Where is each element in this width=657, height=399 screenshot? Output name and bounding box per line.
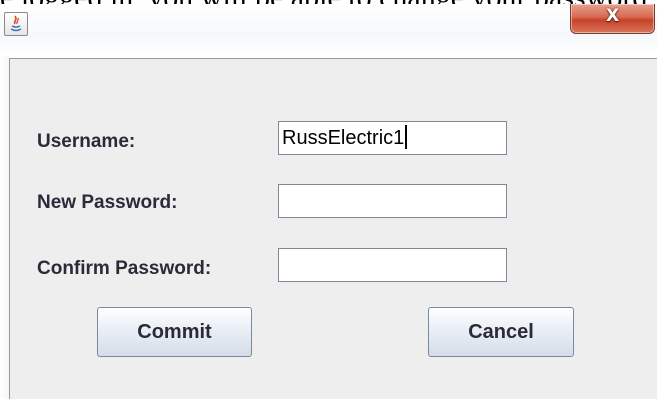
text-caret	[405, 125, 408, 149]
username-value: RussElectric1	[282, 127, 405, 149]
new-password-field[interactable]	[278, 184, 507, 218]
new-password-label: New Password:	[37, 192, 178, 213]
username-field[interactable]: RussElectric1	[278, 121, 507, 155]
close-icon: X	[605, 6, 620, 26]
dialog-content: Username: RussElectric1 New Password: Co…	[9, 58, 657, 399]
cancel-button[interactable]: Cancel	[428, 307, 574, 357]
screen: e logged in, you will be able to change …	[0, 0, 657, 399]
close-button[interactable]: X	[570, 4, 655, 34]
confirm-password-field[interactable]	[278, 248, 507, 282]
change-password-dialog: X Username: RussElectric1 New Password: …	[0, 4, 657, 399]
username-label: Username:	[37, 131, 136, 152]
title-bar: X	[0, 4, 657, 56]
window-frame-left	[0, 56, 9, 399]
confirm-password-label: Confirm Password:	[37, 258, 212, 279]
commit-button[interactable]: Commit	[97, 307, 252, 357]
java-icon	[4, 12, 28, 36]
